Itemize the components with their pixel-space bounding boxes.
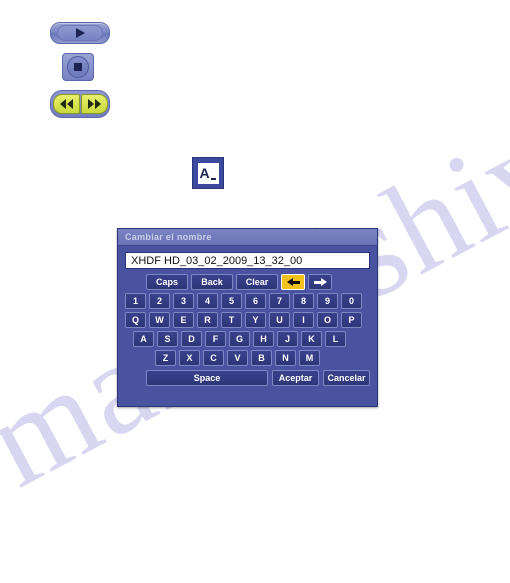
stop-button-circle [67, 56, 89, 78]
arrow-left-icon [286, 277, 300, 287]
rename-icon-letter: A [199, 165, 210, 181]
transport-buttons [50, 90, 110, 118]
key-j[interactable]: J [277, 331, 298, 347]
key-x[interactable]: X [179, 350, 200, 366]
key-3[interactable]: 3 [173, 293, 194, 309]
key-u[interactable]: U [269, 312, 290, 328]
keyboard-row-digits: 1 2 3 4 5 6 7 8 9 0 [125, 293, 370, 309]
stop-icon [74, 63, 82, 71]
key-9[interactable]: 9 [317, 293, 338, 309]
key-b[interactable]: B [251, 350, 272, 366]
back-key[interactable]: Back [191, 274, 233, 290]
key-7[interactable]: 7 [269, 293, 290, 309]
key-e[interactable]: E [173, 312, 194, 328]
play-button[interactable] [50, 22, 110, 44]
accept-button[interactable]: Aceptar [272, 370, 319, 386]
rewind-icon [59, 99, 66, 109]
rewind-button[interactable] [52, 94, 80, 114]
key-p[interactable]: P [341, 312, 362, 328]
function-key-row: Caps Back Clear [125, 274, 370, 290]
key-g[interactable]: G [229, 331, 250, 347]
key-r[interactable]: R [197, 312, 218, 328]
arrow-right-icon [313, 277, 327, 287]
clear-key[interactable]: Clear [236, 274, 278, 290]
cursor-right-key[interactable] [308, 274, 332, 290]
space-key[interactable]: Space [146, 370, 268, 386]
key-1[interactable]: 1 [125, 293, 146, 309]
rename-dialog: Cambiar el nombre XHDF HD_03_02_2009_13_… [117, 228, 378, 407]
key-v[interactable]: V [227, 350, 248, 366]
keyboard-row-zxcv: Z X C V B N M [125, 350, 370, 366]
key-n[interactable]: N [275, 350, 296, 366]
key-o[interactable]: O [317, 312, 338, 328]
key-a[interactable]: A [133, 331, 154, 347]
play-icon [75, 28, 85, 38]
key-4[interactable]: 4 [197, 293, 218, 309]
rewind-icon-second [66, 99, 73, 109]
fast-forward-button[interactable] [80, 94, 108, 114]
key-2[interactable]: 2 [149, 293, 170, 309]
key-k[interactable]: K [301, 331, 322, 347]
key-0[interactable]: 0 [341, 293, 362, 309]
cursor-left-key[interactable] [281, 274, 305, 290]
key-s[interactable]: S [157, 331, 178, 347]
rename-icon[interactable]: A [192, 157, 224, 189]
key-i[interactable]: I [293, 312, 314, 328]
key-6[interactable]: 6 [245, 293, 266, 309]
key-t[interactable]: T [221, 312, 242, 328]
dialog-action-row: Space Aceptar Cancelar [125, 370, 370, 386]
dialog-body: XHDF HD_03_02_2009_13_32_00 Caps Back Cl… [118, 246, 377, 393]
keyboard-row-asdf: A S D F G H J K L [125, 331, 370, 347]
key-q[interactable]: Q [125, 312, 146, 328]
fast-forward-icon-second [94, 99, 101, 109]
fast-forward-icon [87, 99, 94, 109]
key-f[interactable]: F [205, 331, 226, 347]
name-input-value: XHDF HD_03_02_2009_13_32_00 [131, 254, 303, 267]
rename-icon-page: A [197, 162, 219, 184]
cancel-button[interactable]: Cancelar [323, 370, 370, 386]
key-y[interactable]: Y [245, 312, 266, 328]
play-button-inner [57, 25, 103, 41]
name-input[interactable]: XHDF HD_03_02_2009_13_32_00 [125, 252, 370, 269]
keyboard-row-qwerty: Q W E R T Y U I O P [125, 312, 370, 328]
dialog-titlebar: Cambiar el nombre [118, 229, 377, 246]
stop-button[interactable] [62, 53, 94, 81]
key-h[interactable]: H [253, 331, 274, 347]
key-5[interactable]: 5 [221, 293, 242, 309]
key-z[interactable]: Z [155, 350, 176, 366]
key-8[interactable]: 8 [293, 293, 314, 309]
rename-icon-caret [210, 177, 216, 180]
key-l[interactable]: L [325, 331, 346, 347]
key-d[interactable]: D [181, 331, 202, 347]
caps-key[interactable]: Caps [146, 274, 188, 290]
key-w[interactable]: W [149, 312, 170, 328]
dialog-title: Cambiar el nombre [125, 232, 212, 242]
key-c[interactable]: C [203, 350, 224, 366]
key-m[interactable]: M [299, 350, 320, 366]
